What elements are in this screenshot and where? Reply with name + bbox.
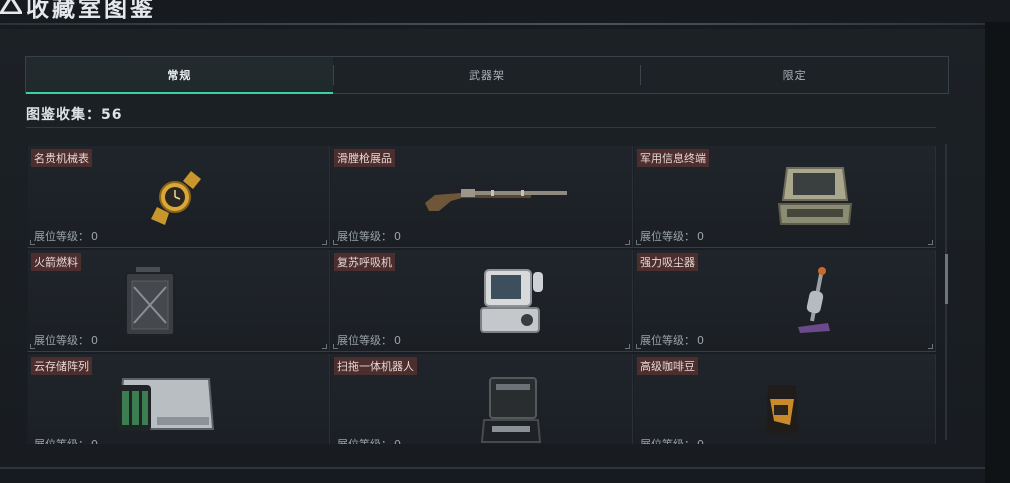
storage-array-icon <box>116 377 214 431</box>
musket-icon <box>424 188 567 211</box>
item-card[interactable]: 强力吸尘器 展位等级： 0 <box>633 250 936 352</box>
item-name: 复苏呼吸机 <box>334 253 395 271</box>
booth-level: 展位等级：0 <box>335 228 401 244</box>
booth-level: 展位等级：0 <box>32 332 98 348</box>
booth-level-label: 展位等级： <box>337 230 392 243</box>
watch-icon <box>150 170 201 225</box>
item-name: 高级咖啡豆 <box>637 357 698 375</box>
divider <box>26 127 936 128</box>
coffee-bag-icon <box>765 384 798 433</box>
ventilator-icon <box>479 268 543 333</box>
mop-robot-icon <box>480 376 541 443</box>
booth-level-label: 展位等级： <box>34 230 89 243</box>
tab-limited[interactable]: 限定 <box>641 57 948 93</box>
title-bar: 收藏室图鉴 <box>0 0 1010 25</box>
collection-count: 图鉴收集：56 <box>26 104 122 124</box>
booth-level-label: 展位等级： <box>337 334 392 347</box>
warning-triangle-icon <box>0 0 22 14</box>
item-name: 扫拖一体机器人 <box>334 357 417 375</box>
page-title: 收藏室图鉴 <box>26 0 156 22</box>
item-card[interactable]: 复苏呼吸机 展位等级： 0 <box>330 250 633 352</box>
booth-level-value: 0 <box>697 438 704 444</box>
item-grid: 名贵机械表 展位等级： 0 滑膛枪展品 展位等级： 0 军用信息终端 展位等级：… <box>27 146 937 444</box>
tab-regular[interactable]: 常规 <box>26 57 333 94</box>
booth-level-value: 0 <box>91 334 98 347</box>
booth-level: 展位等级：0 <box>638 228 704 244</box>
booth-level-label: 展位等级： <box>34 334 89 347</box>
item-card[interactable]: 扫拖一体机器人 展位等级：0 <box>330 354 633 444</box>
item-name: 云存储阵列 <box>31 357 92 375</box>
booth-level: 展位等级：0 <box>335 436 401 444</box>
tab-weapon-rack[interactable]: 武器架 <box>334 57 641 93</box>
item-card[interactable]: 滑膛枪展品 展位等级： 0 <box>330 146 633 248</box>
booth-level-value: 0 <box>697 334 704 347</box>
booth-level: 展位等级：0 <box>638 332 704 348</box>
item-name: 滑膛枪展品 <box>334 149 395 167</box>
collection-count-label: 图鉴收集： <box>26 107 101 123</box>
item-card[interactable]: 军用信息终端 展位等级： 0 <box>633 146 936 248</box>
booth-level-label: 展位等级： <box>640 438 695 444</box>
collection-count-value: 56 <box>101 107 123 123</box>
tab-bar: 常规 武器架 限定 <box>25 56 949 94</box>
booth-level: 展位等级：0 <box>32 228 98 244</box>
booth-level-value: 0 <box>697 230 704 243</box>
booth-level: 展位等级：0 <box>638 436 704 444</box>
window-edge <box>985 22 1010 483</box>
item-name: 火箭燃料 <box>31 253 81 271</box>
booth-level-value: 0 <box>394 334 401 347</box>
item-card[interactable]: 名贵机械表 展位等级： 0 <box>27 146 330 248</box>
title-divider <box>0 23 985 25</box>
booth-level-value: 0 <box>91 438 98 444</box>
booth-level-label: 展位等级： <box>34 438 89 444</box>
item-name: 强力吸尘器 <box>637 253 698 271</box>
booth-level: 展位等级：0 <box>32 436 98 444</box>
booth-level-value: 0 <box>91 230 98 243</box>
scrollbar-thumb[interactable] <box>945 254 948 304</box>
booth-level-value: 0 <box>394 230 401 243</box>
booth-level: 展位等级：0 <box>335 332 401 348</box>
item-card[interactable]: 高级咖啡豆 展位等级：0 <box>633 354 936 444</box>
item-card[interactable]: 云存储阵列 展位等级：0 <box>27 354 330 444</box>
item-name: 名贵机械表 <box>31 149 92 167</box>
booth-level-value: 0 <box>394 438 401 444</box>
booth-level-label: 展位等级： <box>640 334 695 347</box>
item-name: 军用信息终端 <box>637 149 709 167</box>
terminal-case-icon <box>777 166 852 225</box>
fuel-canister-icon <box>124 266 175 336</box>
booth-level-label: 展位等级： <box>337 438 392 444</box>
vacuum-cleaner-icon <box>797 266 830 333</box>
item-card[interactable]: 火箭燃料 展位等级： 0 <box>27 250 330 352</box>
booth-level-label: 展位等级： <box>640 230 695 243</box>
